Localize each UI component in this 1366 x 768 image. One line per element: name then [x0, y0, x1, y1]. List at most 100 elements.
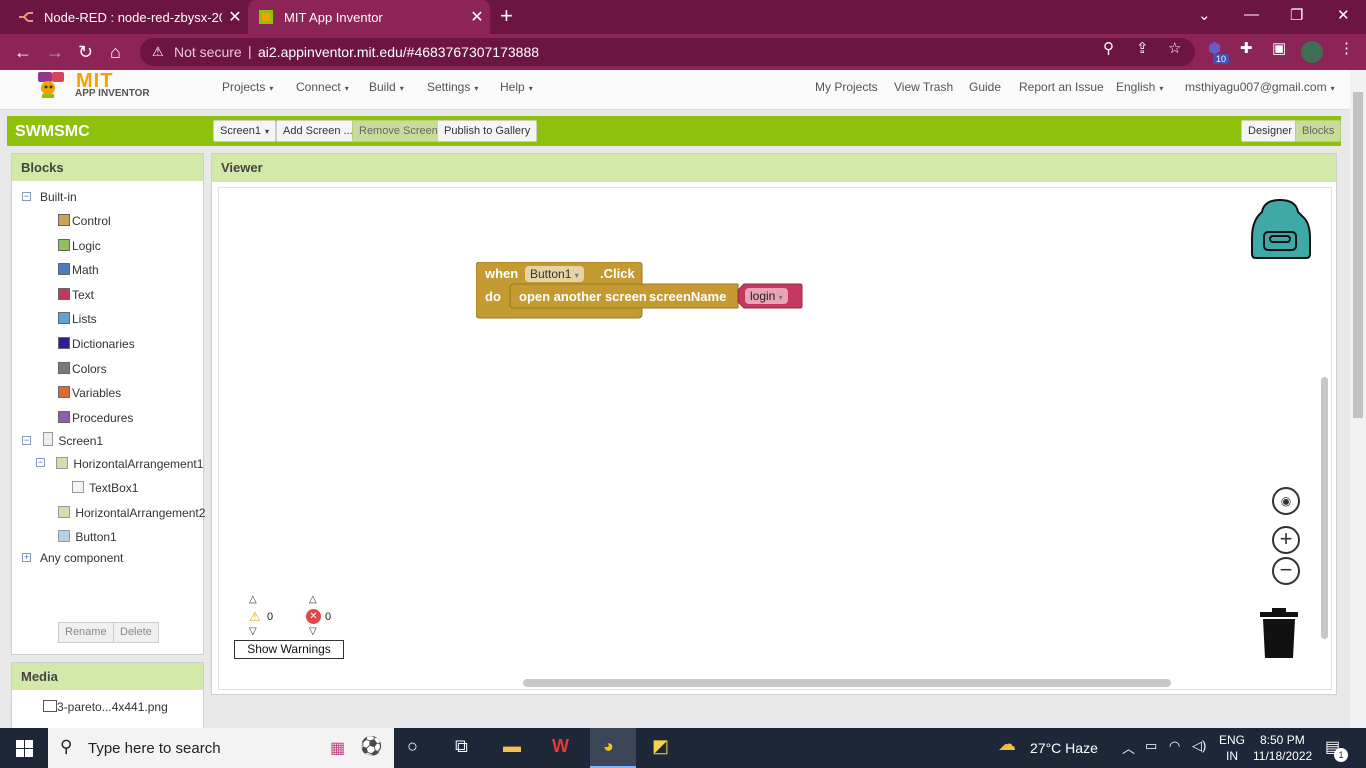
zoom-in-icon[interactable]: +: [1272, 526, 1300, 554]
new-tab-icon[interactable]: +: [500, 5, 513, 27]
workspace-scrollbar-vertical[interactable]: [1321, 377, 1328, 639]
clock-time[interactable]: 8:50 PM: [1260, 733, 1305, 747]
close-icon[interactable]: ✕: [222, 7, 248, 27]
forward-icon[interactable]: →: [46, 42, 64, 62]
avatar[interactable]: [1301, 41, 1323, 63]
designer-button[interactable]: Designer: [1241, 120, 1300, 142]
blocks-button[interactable]: Blocks: [1295, 120, 1342, 142]
minimize-icon[interactable]: —: [1244, 6, 1259, 23]
tree-horizontal-arrangement-1[interactable]: HorizontalArrangement1: [56, 457, 203, 471]
component-dropdown[interactable]: Button1 ▾: [525, 266, 584, 282]
workspace-scrollbar-horizontal[interactable]: [523, 679, 1171, 687]
builtin-drawer-lists[interactable]: Lists: [58, 312, 97, 326]
error-down-icon[interactable]: ▽: [309, 626, 317, 637]
taskbar-search[interactable]: ⚲ Type here to search ▦ ⚽: [48, 728, 394, 768]
chrome-taskbar-button[interactable]: ◕: [590, 728, 636, 768]
zoom-icon[interactable]: ⚲: [1103, 39, 1114, 57]
tree-builtin[interactable]: Built-in: [40, 190, 77, 204]
chrome-icon: ◕: [603, 736, 614, 756]
chevron-down-icon[interactable]: ⌄: [1198, 6, 1211, 24]
menu-connect[interactable]: Connect ▾: [296, 80, 349, 94]
tree-textbox-1[interactable]: TextBox1: [72, 481, 138, 495]
backpack-icon[interactable]: [1250, 198, 1312, 260]
tree-button-1[interactable]: Button1: [58, 530, 117, 544]
builtin-drawer-logic[interactable]: Logic: [58, 238, 101, 253]
recenter-icon[interactable]: ◉: [1272, 487, 1300, 515]
screen-name-value[interactable]: login ▾: [745, 288, 788, 304]
volume-icon[interactable]: ◁): [1192, 738, 1206, 754]
rename-button[interactable]: Rename: [58, 622, 114, 643]
home-icon[interactable]: ⌂: [110, 42, 121, 62]
remove-screen-button[interactable]: Remove Screen: [352, 120, 445, 142]
error-count: 0: [325, 611, 332, 623]
chevron-up-icon[interactable]: ︿: [1122, 738, 1135, 757]
tree-screen1[interactable]: Screen1: [43, 432, 103, 448]
error-up-icon[interactable]: △: [309, 594, 317, 605]
guide-link[interactable]: Guide: [969, 80, 1001, 94]
clock-date[interactable]: 11/18/2022: [1253, 749, 1312, 763]
publish-gallery-button[interactable]: Publish to Gallery: [437, 120, 538, 142]
collapse-icon[interactable]: −: [22, 436, 31, 445]
screen-selector[interactable]: Screen1 ▾: [213, 120, 276, 142]
menu-help[interactable]: Help ▾: [500, 80, 533, 94]
menu-projects[interactable]: Projects ▾: [222, 80, 273, 94]
builtin-drawer-procedures[interactable]: Procedures: [58, 410, 133, 425]
weather-icon[interactable]: ☁: [998, 734, 1016, 755]
collapse-icon[interactable]: −: [22, 192, 31, 201]
side-panel-icon[interactable]: ▣: [1272, 39, 1286, 57]
collapse-icon[interactable]: −: [36, 458, 45, 467]
view-trash-link[interactable]: View Trash: [894, 80, 953, 94]
reload-icon[interactable]: ↻: [78, 42, 93, 62]
page-scrollbar[interactable]: [1350, 70, 1366, 728]
close-icon[interactable]: ✕: [464, 7, 490, 27]
task-view-icon[interactable]: ⧉: [455, 736, 468, 757]
language-menu[interactable]: English ▾: [1116, 80, 1163, 94]
builtin-drawer-variables[interactable]: Variables: [58, 386, 121, 400]
windows-start-icon[interactable]: [16, 740, 33, 757]
zoom-out-icon[interactable]: −: [1272, 557, 1300, 585]
tree-horizontal-arrangement-2[interactable]: HorizontalArrangement2: [58, 506, 205, 520]
menu-build[interactable]: Build ▾: [369, 80, 404, 94]
wps-office-icon[interactable]: W: [552, 736, 569, 757]
tree-any-component[interactable]: Any component: [40, 551, 123, 565]
show-warnings-button[interactable]: Show Warnings: [234, 640, 344, 659]
file-explorer-icon[interactable]: ▬: [503, 736, 521, 757]
battery-icon[interactable]: ▭: [1145, 738, 1157, 754]
builtin-drawer-text[interactable]: Text: [58, 287, 94, 302]
my-projects-link[interactable]: My Projects: [815, 80, 878, 94]
tab-node-red[interactable]: Node-RED : node-red-zbysx-2022 ✕: [8, 0, 248, 34]
builtin-drawer-math[interactable]: Math: [58, 263, 99, 277]
bookmark-star-icon[interactable]: ☆: [1168, 39, 1181, 57]
menu-settings[interactable]: Settings ▾: [427, 80, 478, 94]
warning-down-icon[interactable]: ▽: [249, 626, 257, 637]
language-top[interactable]: ENG: [1219, 733, 1245, 747]
python-icon[interactable]: ◩: [652, 736, 669, 757]
language-bottom[interactable]: IN: [1226, 749, 1238, 763]
report-issue-link[interactable]: Report an Issue: [1019, 80, 1104, 94]
app-inventor-logo-icon: [38, 72, 64, 98]
tab-app-inventor[interactable]: MIT App Inventor ✕: [248, 0, 490, 34]
warning-up-icon[interactable]: △: [249, 594, 257, 605]
account-menu[interactable]: msthiyagu007@gmail.com ▾: [1185, 80, 1335, 94]
page-scroll-thumb[interactable]: [1353, 92, 1363, 418]
builtin-drawer-dictionaries[interactable]: Dictionaries: [58, 337, 135, 351]
wifi-icon[interactable]: ◠: [1169, 738, 1180, 754]
expand-icon[interactable]: +: [22, 553, 31, 562]
add-screen-button[interactable]: Add Screen ...: [276, 120, 360, 142]
media-item[interactable]: 3-pareto...4x441.png: [43, 700, 168, 714]
builtin-drawer-colors[interactable]: Colors: [58, 361, 107, 376]
trash-icon[interactable]: [1258, 608, 1300, 660]
button-component-icon: [58, 530, 70, 542]
puzzle-icon[interactable]: ✚: [1240, 39, 1253, 57]
delete-button[interactable]: Delete: [113, 622, 159, 643]
menu-dots-icon[interactable]: ⋮: [1339, 39, 1354, 57]
window-close-icon[interactable]: ✕: [1337, 6, 1350, 24]
media-panel-title: Media: [12, 663, 203, 690]
share-icon[interactable]: ⇪: [1136, 39, 1149, 57]
url-input[interactable]: ⚠ Not secure | ai2.appinventor.mit.edu/#…: [140, 38, 1195, 66]
restore-icon[interactable]: ❐: [1290, 6, 1303, 24]
weather-text[interactable]: 27°C Haze: [1030, 740, 1098, 756]
cortana-icon[interactable]: ○: [407, 736, 418, 757]
back-icon[interactable]: ←: [14, 42, 32, 62]
builtin-drawer-control[interactable]: Control: [58, 214, 111, 228]
